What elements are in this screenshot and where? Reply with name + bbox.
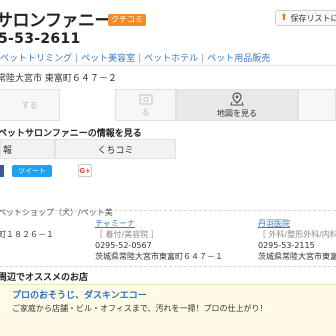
- nearby-shop-category: ペットショップ（犬）/ペット美: [0, 208, 113, 217]
- shop-address: 常陸大宮市 東富町６４７－２: [0, 74, 117, 84]
- tweet-label: ツイート: [18, 167, 46, 175]
- save-icon: ⬆: [280, 13, 288, 23]
- nearby-shop-name[interactable]: 丹羽医院: [258, 218, 336, 229]
- map-pin-icon: [230, 91, 244, 105]
- nearby-shop-name[interactable]: チャミーナ: [95, 218, 223, 229]
- tag-link[interactable]: ペット美容室: [81, 54, 135, 64]
- nearby-shop: 丹羽医院 ［ 外科/整形外科/内科… 0295-53-2115 茨城県常陸大宮市…: [258, 218, 336, 262]
- tab-reviews[interactable]: くちコミ: [55, 139, 176, 159]
- action-button-disabled[interactable]: る: [115, 89, 176, 121]
- nearby-shop-address: 茨城県常陸大宮市東富町６４７－１: [95, 252, 223, 261]
- tag-link[interactable]: ペット用品販売: [207, 54, 270, 64]
- ad-text: ご家庭から店舗・ビル・オフィスまで、汚れを一掃！プロの仕上がり！: [12, 304, 268, 313]
- view-map-button[interactable]: 地図を見る: [176, 89, 298, 121]
- nearby-shop-address: 茨城県常陸大宮市東富町: [258, 252, 336, 261]
- phone-number: 5-53-2611: [0, 31, 81, 47]
- action-label: する: [21, 100, 38, 110]
- divider: [0, 266, 336, 267]
- recommend-heading: 周辺でオススメのお店: [0, 273, 89, 283]
- nearby-shop-category: ［ 外科/整形外科/内科…: [258, 230, 336, 239]
- review-badge: クチコミ: [108, 14, 146, 26]
- page: サロンファニー クチコミ ⬆ 保存リストに追加 5-53-2611 ペットトリミ…: [0, 0, 336, 336]
- action-buttons: する る 地図を見る: [0, 89, 336, 121]
- tab-info[interactable]: 報: [0, 139, 55, 159]
- category-tags: ペットトリミング | ペット美容室 | ペットホテル | ペット用品販売: [0, 54, 271, 64]
- action-button-disabled[interactable]: する: [0, 89, 60, 121]
- save-to-list-button[interactable]: ⬆ 保存リストに追加: [275, 10, 336, 26]
- divider: [0, 65, 336, 66]
- info-heading: ペットサロンファニーの情報を見る: [0, 129, 142, 139]
- gplus-button[interactable]: G+: [78, 164, 92, 177]
- tag-link[interactable]: ペットトリミング: [0, 54, 72, 64]
- nearby-shop-phone: 0295-53-2115: [258, 241, 315, 250]
- save-to-list-label: 保存リストに追加: [290, 13, 336, 23]
- photo-icon: [138, 93, 153, 105]
- tweet-button[interactable]: ツイート: [12, 165, 52, 177]
- ad-title-link[interactable]: プロのおそうじ、ダスキンエコー: [12, 288, 147, 301]
- shop-name: サロンファニー: [0, 11, 112, 31]
- facebook-share-button[interactable]: [0, 165, 4, 177]
- nearby-shop-category: ［ 着付/美容院 ］: [95, 230, 159, 239]
- action-button-disabled[interactable]: [298, 89, 336, 121]
- view-map-label: 地図を見る: [217, 108, 257, 118]
- nearby-shop-phone: 0295-52-0567: [95, 241, 152, 250]
- tag-link[interactable]: ペットホテル: [144, 54, 198, 64]
- info-tabs: 報 くちコミ: [0, 139, 176, 159]
- action-label: る: [141, 107, 150, 117]
- nearby-shop: チャミーナ ［ 着付/美容院 ］ 0295-52-0567 茨城県常陸大宮市東富…: [95, 218, 223, 262]
